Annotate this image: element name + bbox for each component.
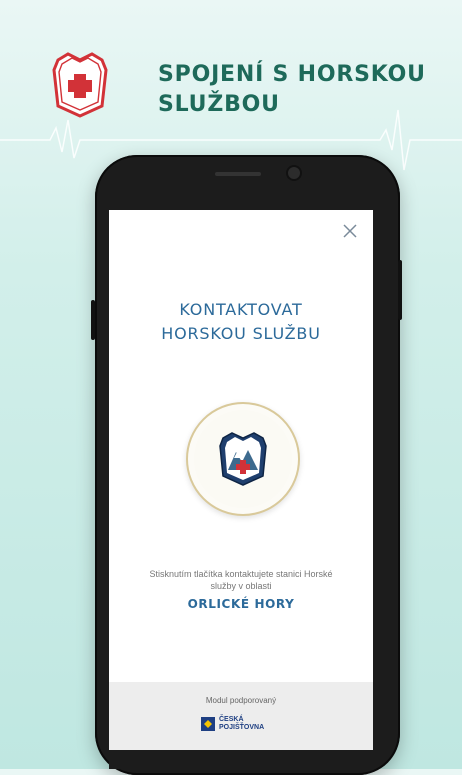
sponsor-logo: ČESKÁ POJIŠŤOVNA xyxy=(201,716,264,732)
screen-title: KONTAKTOVAT HORSKOU SLUŽBU xyxy=(109,298,373,346)
screen-title-text: KONTAKTOVAT HORSKOU SLUŽBU xyxy=(161,300,321,343)
close-button[interactable] xyxy=(341,222,359,240)
call-hint: Stisknutím tlačítka kontaktujete stanici… xyxy=(149,569,333,591)
phone-bottom-bar xyxy=(109,750,373,769)
close-icon xyxy=(343,224,357,238)
app-screen: KONTAKTOVAT HORSKOU SLUŽBU Stisknutím tl… xyxy=(109,210,373,750)
header-title: SPOJENÍ S HORSKOU SLUŽBOU xyxy=(158,62,426,117)
phone-speaker xyxy=(215,172,261,176)
phone-side-button xyxy=(398,260,402,320)
phone-camera xyxy=(288,167,300,179)
sponsor-name: ČESKÁ POJIŠŤOVNA xyxy=(219,716,264,732)
sponsor-name-line1: ČESKÁ xyxy=(219,716,244,723)
phone-side-button xyxy=(91,300,95,340)
mountain-rescue-logo xyxy=(218,430,268,488)
support-label: Modul podporovaný xyxy=(205,696,277,705)
region-name: ORLICKÉ HORY xyxy=(187,597,295,611)
sponsor-footer: Modul podporovaný ČESKÁ POJIŠŤOVNA xyxy=(109,682,373,750)
call-rescue-button[interactable] xyxy=(186,402,300,516)
ceska-pojistovna-icon xyxy=(201,717,215,731)
mountain-rescue-logo xyxy=(50,50,110,120)
sponsor-name-line2: POJIŠŤOVNA xyxy=(219,724,265,731)
